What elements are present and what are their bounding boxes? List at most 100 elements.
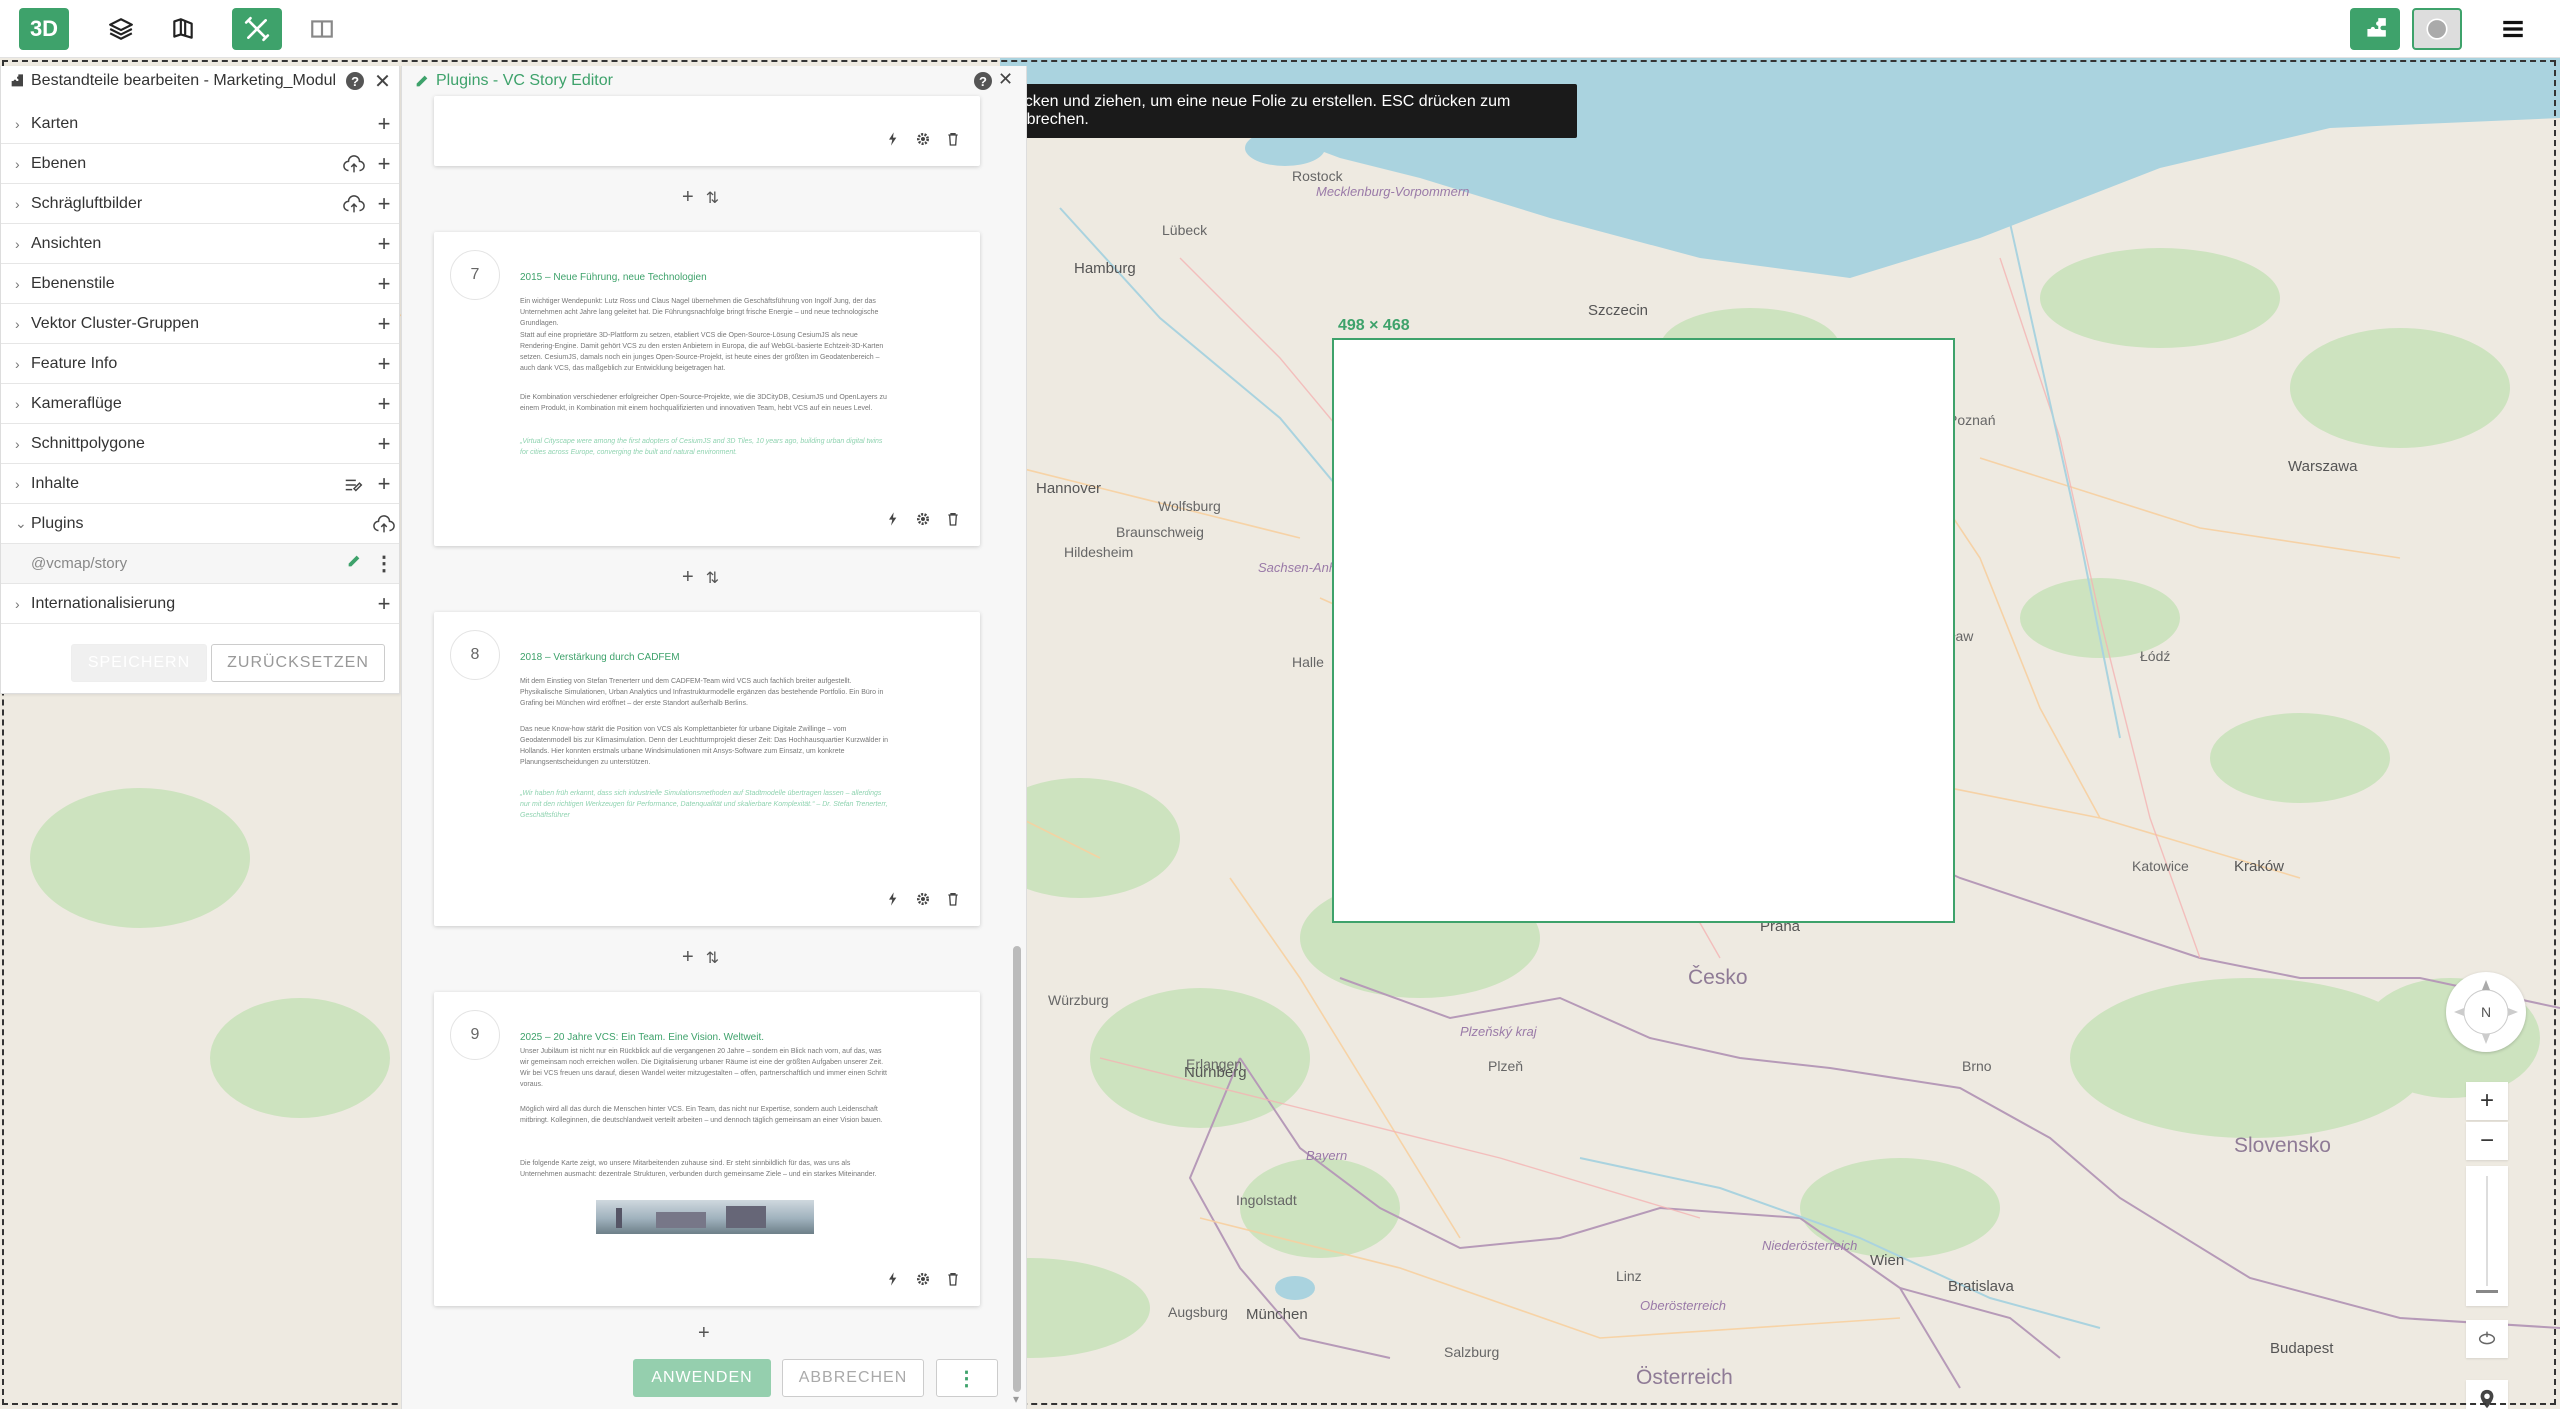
flash-icon[interactable]: [884, 510, 902, 528]
category-ansichten[interactable]: › Ansichten +: [1, 224, 399, 264]
add-icon[interactable]: +: [369, 111, 399, 137]
add-slide-icon[interactable]: +: [682, 186, 694, 209]
apply-button[interactable]: ANWENDEN: [633, 1359, 771, 1397]
reorder-icon[interactable]: ⇅: [706, 568, 719, 588]
add-icon[interactable]: +: [369, 151, 399, 177]
category-schnittpolygone[interactable]: › Schnittpolygone +: [1, 424, 399, 464]
help-icon[interactable]: ?: [974, 72, 992, 90]
close-icon[interactable]: ✕: [374, 69, 391, 94]
map-label: Kraków: [2234, 858, 2285, 875]
category-feature-info[interactable]: › Feature Info +: [1, 344, 399, 384]
gear-icon[interactable]: [914, 510, 932, 528]
close-icon[interactable]: ✕: [998, 69, 1013, 90]
slide-card[interactable]: 9 2025 – 20 Jahre VCS: Ein Team. Eine Vi…: [434, 992, 980, 1306]
add-slide-icon[interactable]: +: [682, 566, 694, 589]
map-label: Hamburg: [1074, 260, 1136, 277]
overview-button[interactable]: [2466, 1320, 2508, 1358]
gear-icon[interactable]: [914, 130, 932, 148]
upload-icon[interactable]: [369, 511, 399, 537]
add-icon[interactable]: +: [369, 351, 399, 377]
edit-pencil-icon: [416, 75, 428, 87]
catalog-button[interactable]: [158, 8, 208, 50]
plugin-item-label: @vcmap/story: [31, 555, 128, 572]
globe-button[interactable]: [2412, 8, 2462, 50]
map-label: Halle: [1292, 654, 1324, 670]
menu-button[interactable]: [2488, 8, 2538, 50]
split-view-button[interactable]: [297, 8, 347, 50]
map-label: Hildesheim: [1064, 544, 1134, 560]
chevron-right-icon: ›: [15, 355, 20, 372]
category-karten[interactable]: › Karten +: [1, 104, 399, 144]
list-edit-icon[interactable]: [339, 471, 369, 497]
flash-icon[interactable]: [884, 890, 902, 908]
add-icon[interactable]: +: [369, 271, 399, 297]
zoom-in-button[interactable]: +: [2466, 1082, 2508, 1120]
add-icon[interactable]: +: [369, 471, 399, 497]
tilt-slider[interactable]: [2466, 1166, 2508, 1306]
map-label: Rostock: [1292, 168, 1343, 184]
gear-icon[interactable]: [914, 890, 932, 908]
more-vertical-icon[interactable]: ⋮: [369, 551, 399, 576]
story-scrollbar[interactable]: [1013, 946, 1021, 1392]
reset-button-label: ZURÜCKSETZEN: [227, 654, 369, 671]
trash-icon[interactable]: [944, 510, 962, 528]
globe-icon: [2426, 18, 2448, 40]
trash-icon[interactable]: [944, 1270, 962, 1288]
reorder-icon[interactable]: ⇅: [706, 948, 719, 968]
category-internationalisierung[interactable]: › Internationalisierung +: [1, 584, 399, 624]
reorder-icon[interactable]: ⇅: [706, 188, 719, 208]
slide-text: Die Kombination verschiedener erfolgreic…: [520, 394, 887, 412]
category-ebenenstile[interactable]: › Ebenenstile +: [1, 264, 399, 304]
upload-icon[interactable]: [339, 191, 369, 217]
chevron-right-icon: ›: [15, 435, 20, 452]
help-icon[interactable]: ?: [346, 72, 365, 90]
add-icon[interactable]: +: [369, 391, 399, 417]
category-inhalte[interactable]: › Inhalte +: [1, 464, 399, 504]
scroll-down-icon[interactable]: ▾: [1013, 1392, 1019, 1406]
category-plugins[interactable]: ⌄ Plugins: [1, 504, 399, 544]
flash-icon[interactable]: [884, 130, 902, 148]
flash-icon[interactable]: [884, 1270, 902, 1288]
tilt-slider-handle[interactable]: [2476, 1290, 2498, 1293]
compass[interactable]: N: [2446, 972, 2526, 1052]
add-slide-icon[interactable]: +: [698, 1322, 710, 1345]
add-icon[interactable]: +: [369, 231, 399, 257]
add-icon[interactable]: +: [369, 431, 399, 457]
add-icon[interactable]: +: [369, 191, 399, 217]
save-button[interactable]: SPEICHERN: [71, 644, 207, 682]
tools-button[interactable]: [232, 8, 282, 50]
gear-icon[interactable]: [914, 1270, 932, 1288]
category-schraegluftbilder[interactable]: › Schrägluftbilder +: [1, 184, 399, 224]
add-icon[interactable]: +: [369, 591, 399, 617]
3d-toggle-button[interactable]: 3D: [19, 8, 69, 50]
reset-button[interactable]: ZURÜCKSETZEN: [211, 644, 385, 682]
slide-tools: [884, 890, 962, 908]
slide-card[interactable]: 7 2015 – Neue Führung, neue Technologien…: [434, 232, 980, 546]
slide-card[interactable]: [434, 96, 980, 166]
upload-icon[interactable]: [339, 151, 369, 177]
map-label: Salzburg: [1444, 1344, 1500, 1360]
selection-rectangle[interactable]: [1332, 338, 1955, 923]
layers-button[interactable]: [96, 8, 146, 50]
trash-icon[interactable]: [944, 130, 962, 148]
trash-icon[interactable]: [944, 890, 962, 908]
location-button[interactable]: [2466, 1380, 2508, 1409]
slide-card[interactable]: 8 2018 – Verstärkung durch CADFEM Mit de…: [434, 612, 980, 926]
map-region-label: Bayern: [1306, 1148, 1348, 1163]
zoom-out-button[interactable]: −: [2466, 1122, 2508, 1160]
map-label: Wolfsburg: [1158, 498, 1221, 514]
instruction-text: Klicken und ziehen, um eine neue Folie z…: [1007, 93, 1511, 128]
edit-components-header: Bestandteile bearbeiten - Marketing_Modu…: [1, 66, 399, 96]
add-slide-icon[interactable]: +: [682, 946, 694, 969]
plugin-button[interactable]: [2350, 8, 2400, 50]
category-vektor-cluster-gruppen[interactable]: › Vektor Cluster-Gruppen +: [1, 304, 399, 344]
edit-pencil-icon[interactable]: [339, 553, 369, 574]
cancel-button[interactable]: ABBRECHEN: [782, 1359, 924, 1397]
more-options-button[interactable]: ⋮: [936, 1359, 998, 1397]
category-ebenen[interactable]: › Ebenen +: [1, 144, 399, 184]
add-icon[interactable]: +: [369, 311, 399, 337]
help-glyph: ?: [351, 73, 360, 89]
category-kamerafluege[interactable]: › Kameraflüge +: [1, 384, 399, 424]
slide-number: 8: [450, 630, 500, 680]
plugin-item-story[interactable]: @vcmap/story ⋮: [1, 544, 399, 584]
